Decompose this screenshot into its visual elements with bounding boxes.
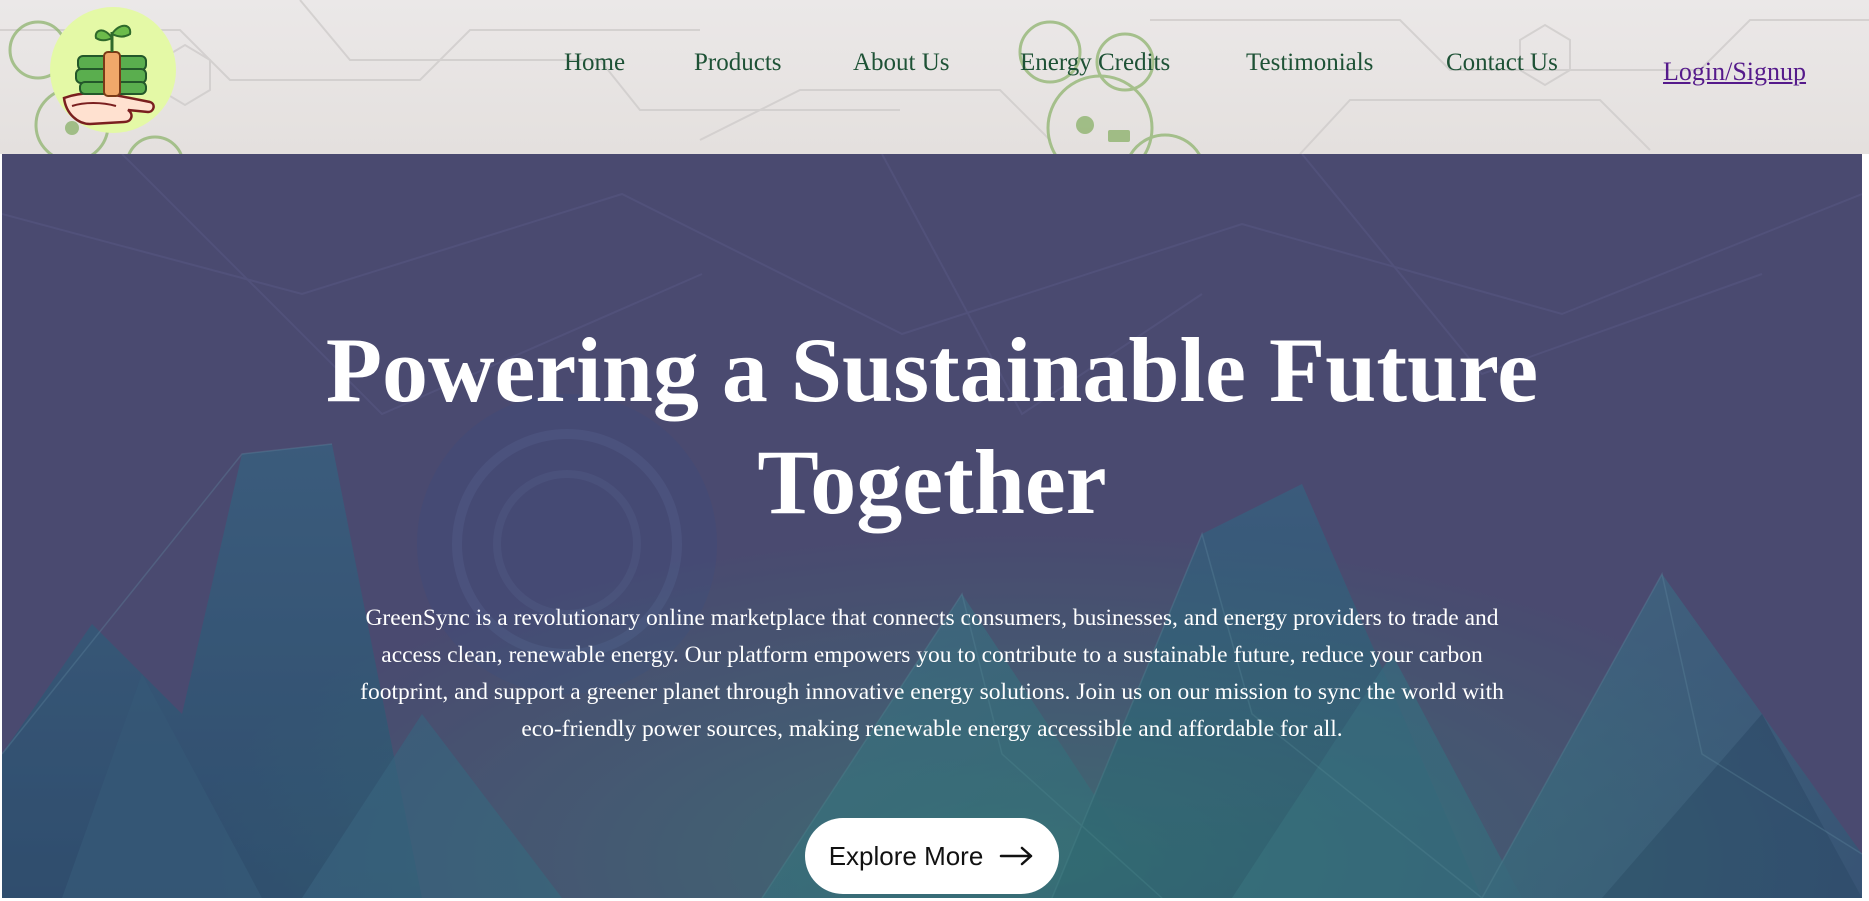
hero-title-line-1: Powering a Sustainable Future <box>325 319 1539 421</box>
hero-section: Powering a Sustainable Future Together G… <box>2 154 1862 898</box>
site-header: Home Products About Us Energy Credits Te… <box>0 0 1869 154</box>
nav-products[interactable]: Products <box>694 49 782 77</box>
header-background-pattern <box>0 0 1869 154</box>
hero-description: GreenSync is a revolutionary online mark… <box>360 605 1504 742</box>
nav-home[interactable]: Home <box>564 49 625 77</box>
hero-title-line-2: Together <box>757 431 1107 533</box>
plant-on-hand-logo-icon <box>50 7 176 133</box>
hero-title: Powering a Sustainable Future Together <box>2 314 1862 538</box>
nav-about-us[interactable]: About Us <box>853 49 950 77</box>
nav-testimonials[interactable]: Testimonials <box>1246 49 1373 77</box>
arrow-right-icon <box>1000 846 1033 866</box>
explore-more-label: Explore More <box>828 840 984 871</box>
nav-energy-credits[interactable]: Energy Credits <box>1020 49 1170 77</box>
login-signup-link[interactable]: Login/Signup <box>1663 57 1806 87</box>
explore-more-button[interactable]: Explore More <box>805 818 1059 894</box>
site-logo[interactable] <box>50 6 178 146</box>
page: Home Products About Us Energy Credits Te… <box>0 0 1869 901</box>
nav-contact-us[interactable]: Contact Us <box>1446 49 1558 77</box>
